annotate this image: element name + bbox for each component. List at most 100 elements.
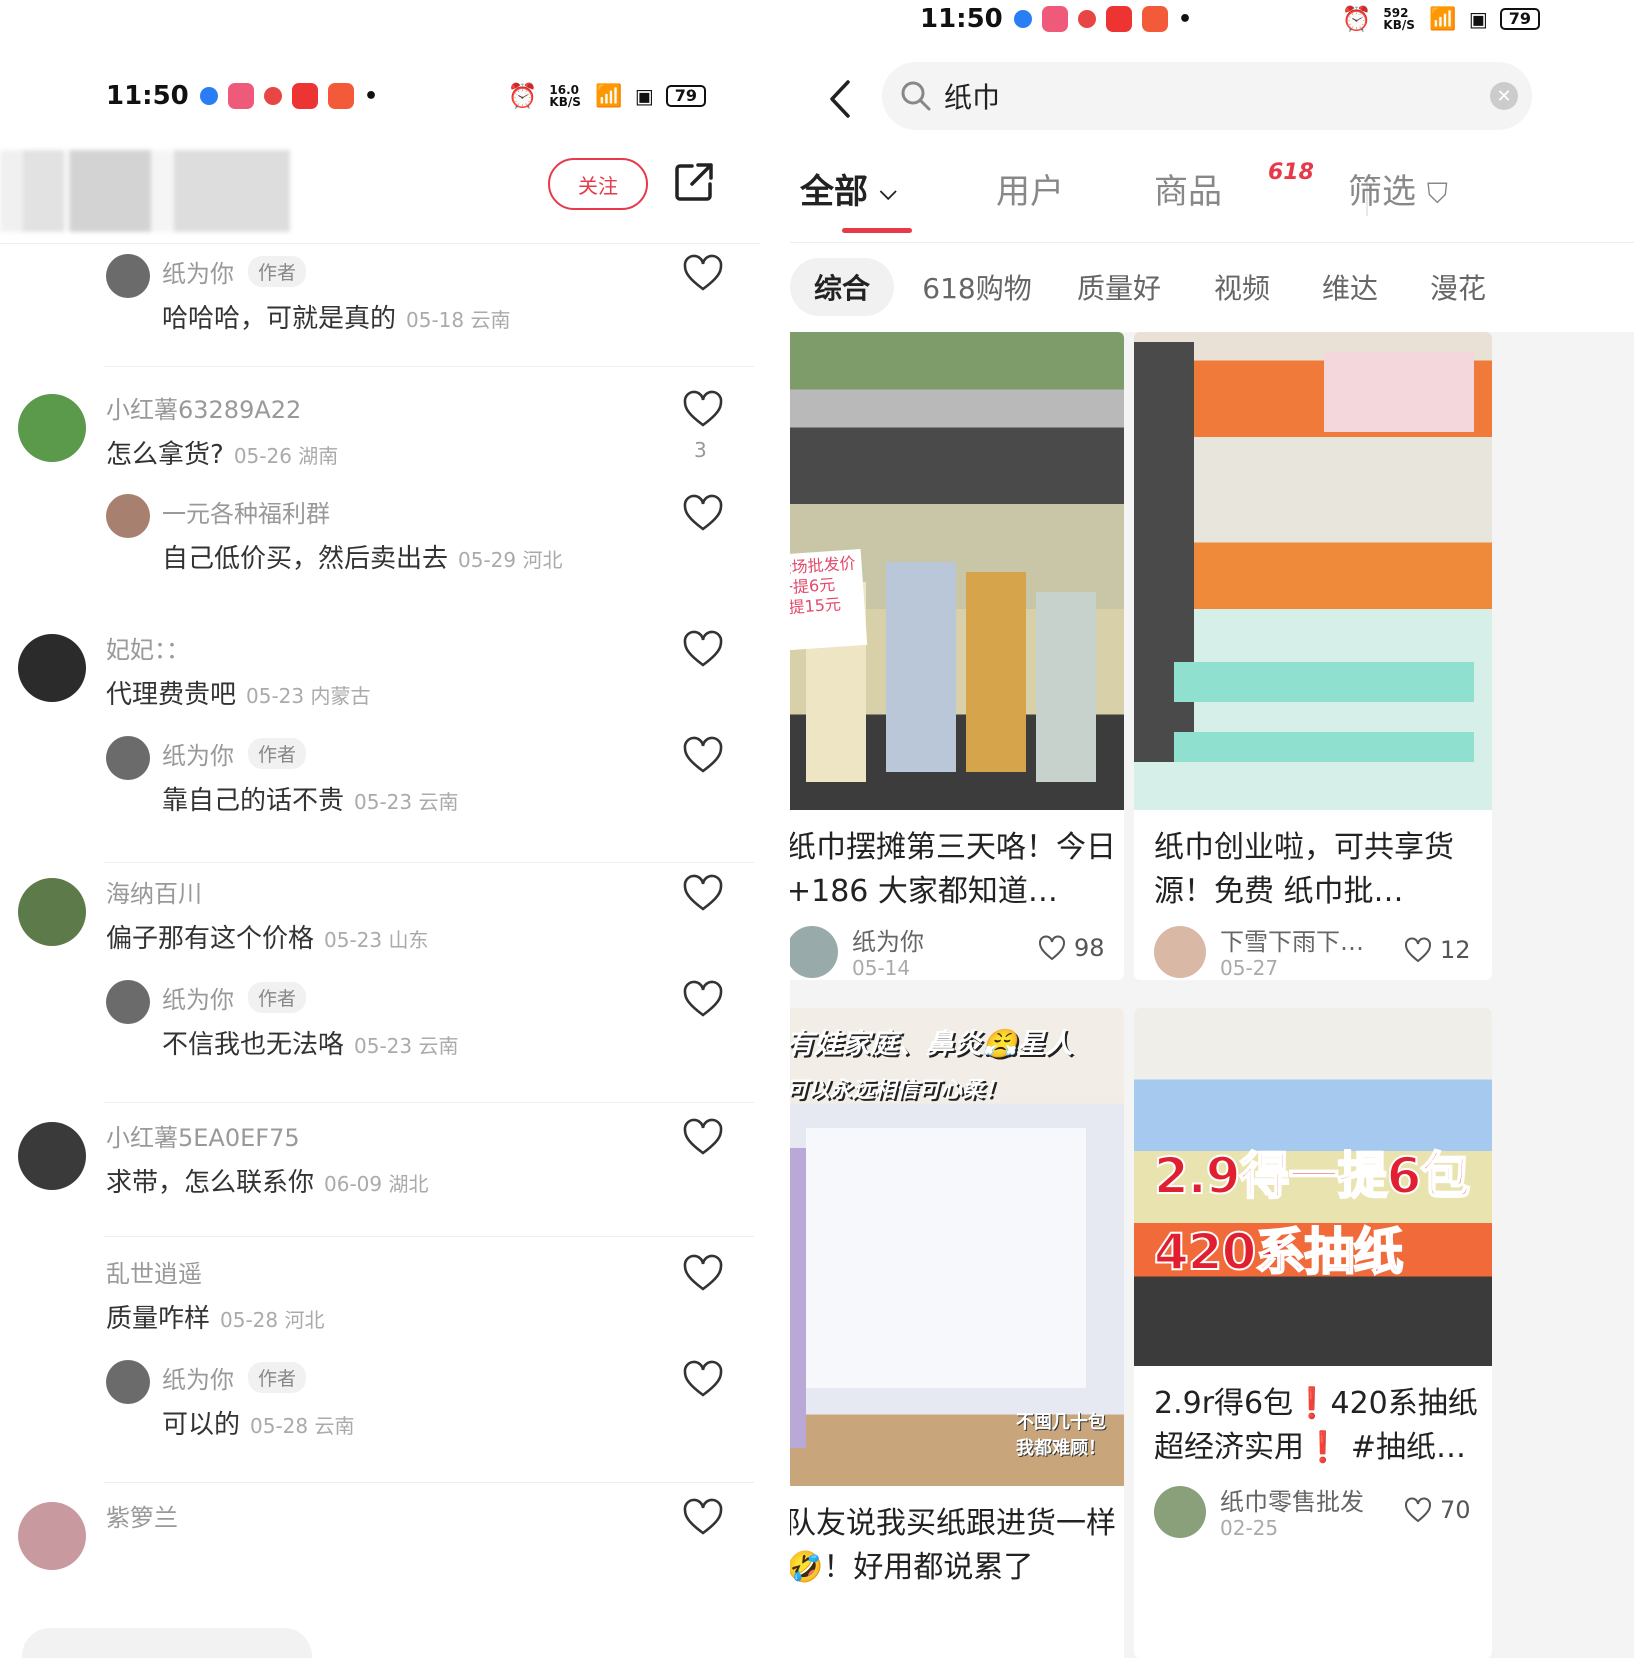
like-button[interactable]: 98 xyxy=(1038,934,1105,962)
chip-618-shopping[interactable]: 618购物 xyxy=(914,258,1040,316)
heart-icon[interactable] xyxy=(682,980,724,1018)
avatar[interactable] xyxy=(106,980,150,1024)
location-icon xyxy=(1078,10,1096,28)
commenter-name[interactable]: 一元各种福利群 xyxy=(162,494,330,529)
comment-text: 求带，怎么联系你 06-09 湖北 xyxy=(106,1168,429,1198)
status-time: 11:50 xyxy=(920,4,1003,34)
tab-users[interactable]: 用户 xyxy=(996,164,1064,213)
comment-meta: 06-09 湖北 xyxy=(324,1172,429,1196)
search-box[interactable]: ✕ xyxy=(882,62,1532,130)
active-tab-indicator xyxy=(842,228,912,233)
comment-text: 可以的 05-28 云南 xyxy=(162,1410,355,1440)
comment-input[interactable] xyxy=(22,1628,312,1658)
clear-search-icon[interactable]: ✕ xyxy=(1490,82,1518,110)
note-card[interactable]: 有娃家庭、鼻炎😤星人 可以永远相信可心柔！ 不囤几十包 我都难顾！ 队友说我买纸… xyxy=(790,1008,1124,1658)
chip-manhua[interactable]: 漫花 xyxy=(1418,258,1498,316)
follow-button[interactable]: 关注 xyxy=(548,158,648,210)
heart-icon[interactable] xyxy=(682,736,724,774)
tab-filter[interactable]: 筛选 ⛉ xyxy=(1348,164,1448,213)
like-count: 12 xyxy=(1440,936,1471,964)
avatar[interactable] xyxy=(18,1258,86,1326)
results-grid: 全场批发价 一提6元 3提15元 纸巾摆摊第三天咯！今日+186 大家都知道… … xyxy=(790,332,1634,1658)
dot-icon: • xyxy=(1178,6,1193,32)
status-time: 11:50 xyxy=(106,81,189,111)
comment-meta: 05-28 河北 xyxy=(220,1308,325,1332)
commenter-name[interactable]: 小红薯5EA0EF75 xyxy=(106,1118,300,1153)
avatar[interactable] xyxy=(106,1360,150,1404)
chip-good-quality[interactable]: 质量好 xyxy=(1064,258,1174,316)
app-icon xyxy=(1142,6,1168,32)
commenter-name[interactable]: 乱世逍遥 xyxy=(106,1254,202,1289)
divider xyxy=(104,862,754,863)
heart-icon[interactable] xyxy=(682,1498,724,1536)
like-button[interactable]: 12 xyxy=(1404,936,1471,964)
image-caption: 不囤几十包 xyxy=(1016,1412,1106,1433)
commenter-name[interactable]: 纸为你 作者 xyxy=(162,736,307,771)
app-icon xyxy=(328,83,354,109)
comment-meta: 05-18 云南 xyxy=(406,308,511,332)
alarm-icon: ⏰ xyxy=(1341,5,1372,33)
post-image: 2.9得一提6包 420系抽纸 xyxy=(1134,1008,1492,1366)
commenter-name[interactable]: 紫箩兰 xyxy=(106,1498,178,1533)
comment-meta: 05-23 山东 xyxy=(324,928,429,952)
comment-text: 怎么拿货? 05-26 湖南 xyxy=(106,440,339,470)
avatar[interactable] xyxy=(18,634,86,702)
heart-icon[interactable] xyxy=(682,874,724,912)
tab-all[interactable]: 全部 ⌵ xyxy=(800,164,897,213)
share-icon[interactable] xyxy=(672,160,716,204)
heart-icon[interactable] xyxy=(682,1118,724,1156)
commenter-name[interactable]: 纸为你 作者 xyxy=(162,980,307,1015)
commenter-name[interactable]: 纸为你 作者 xyxy=(162,254,307,289)
avatar[interactable] xyxy=(106,494,150,538)
chip-vinda[interactable]: 维达 xyxy=(1310,258,1390,316)
divider xyxy=(790,242,1634,243)
avatar xyxy=(1154,926,1206,978)
chip-comprehensive[interactable]: 综合 xyxy=(790,258,894,316)
heart-icon[interactable] xyxy=(682,1360,724,1398)
app-icon xyxy=(228,83,254,109)
avatar[interactable] xyxy=(106,736,150,780)
note-title: 队友说我买纸跟进货一样🤣！好用都说累了 xyxy=(790,1506,1116,1585)
blurred-author-info xyxy=(0,150,290,232)
avatar xyxy=(790,926,838,978)
heart-icon[interactable] xyxy=(682,254,724,292)
avatar[interactable] xyxy=(18,1122,86,1190)
divider xyxy=(104,1236,754,1237)
commenter-name[interactable]: 海纳百川 xyxy=(106,874,202,909)
search-input[interactable] xyxy=(944,72,1464,120)
comment-meta: 05-23 云南 xyxy=(354,1034,459,1058)
chip-video[interactable]: 视频 xyxy=(1202,258,1282,316)
heart-icon[interactable] xyxy=(682,1254,724,1292)
avatar[interactable] xyxy=(18,394,86,462)
image-caption: 有娃家庭、鼻炎😤星人 xyxy=(790,1027,1073,1060)
heart-icon[interactable] xyxy=(682,494,724,532)
avatar[interactable] xyxy=(106,254,150,298)
note-card[interactable]: 全场批发价 一提6元 3提15元 纸巾摆摊第三天咯！今日+186 大家都知道… … xyxy=(790,332,1124,980)
search-icon xyxy=(901,81,931,111)
network-speed: 16.0 KB/S xyxy=(549,83,581,109)
note-date: 05-27 xyxy=(1220,956,1279,980)
heart-icon[interactable] xyxy=(682,630,724,668)
avatar[interactable] xyxy=(18,1502,86,1570)
commenter-name[interactable]: 妃妃：： xyxy=(106,630,190,665)
image-caption: 可以永远相信可心柔！ xyxy=(790,1078,1007,1103)
note-author: 纸为你 xyxy=(852,928,924,956)
status-bar: 11:50 • ⏰ 592 KB/S 📶 ▣ 79 xyxy=(920,0,1540,38)
note-card[interactable]: 2.9得一提6包 420系抽纸 2.9r得6包❗420系抽纸超经济实用❗ #抽纸… xyxy=(1134,1008,1492,1658)
commenter-name[interactable]: 纸为你 作者 xyxy=(162,1360,307,1395)
like-button[interactable]: 70 xyxy=(1404,1496,1471,1524)
battery-indicator: 79 xyxy=(665,85,706,107)
back-arrow-icon[interactable] xyxy=(820,74,860,124)
commenter-name[interactable]: 小红薯63289A22 xyxy=(106,390,301,425)
heart-icon xyxy=(1039,935,1065,961)
divider xyxy=(104,1102,754,1103)
comment-text: 自己低价买，然后卖出去 05-29 河北 xyxy=(162,544,563,574)
alarm-icon: ⏰ xyxy=(507,82,538,110)
wifi-icon: 📶 xyxy=(1429,6,1457,32)
app-icon xyxy=(1014,10,1032,28)
sim-icon: ▣ xyxy=(1468,7,1488,31)
tab-products[interactable]: 商品 xyxy=(1154,164,1222,213)
note-card[interactable]: 纸巾创业啦，可共享货源！免费 纸巾批… 下雪下雨下… 05-27 12 xyxy=(1134,332,1492,980)
heart-icon[interactable] xyxy=(682,390,724,428)
avatar[interactable] xyxy=(18,878,86,946)
